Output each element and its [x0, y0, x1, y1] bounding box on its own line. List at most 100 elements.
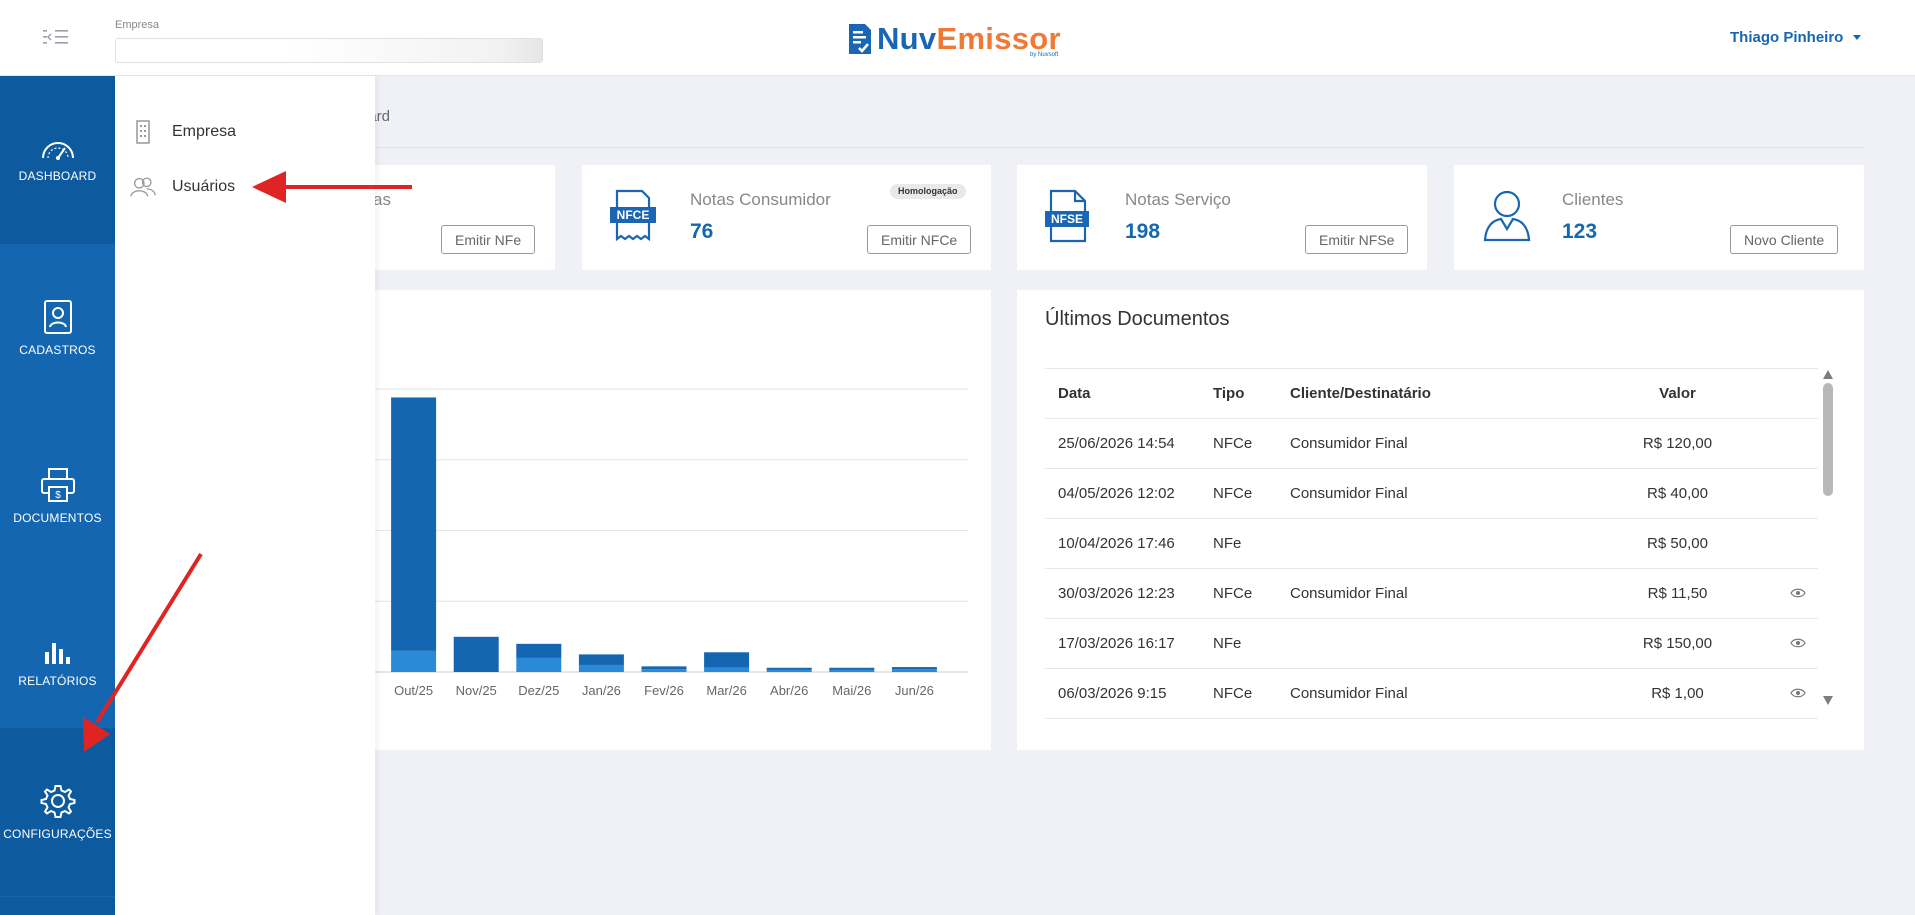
company-label: Empresa: [115, 19, 160, 31]
table-row[interactable]: 30/03/2026 12:23 NFCe Consumidor Final R$ 1…: [1045, 568, 1818, 619]
view-eye-icon[interactable]: [1790, 685, 1806, 702]
card-title: Notas Consumidor: [690, 190, 831, 209]
view-eye-icon[interactable]: [1790, 585, 1806, 602]
sidebar-item-cadastros[interactable]: CADASTROS: [0, 244, 115, 412]
sidebar-item-documentos[interactable]: $ DOCUMENTOS: [0, 412, 115, 580]
x-tick-label: Abr/26: [770, 683, 808, 698]
table-row[interactable]: 06/03/2026 9:15 NFCe Consumidor Final R$ 1,…: [1045, 668, 1818, 719]
col-header-cliente[interactable]: Cliente/Destinatário: [1277, 368, 1577, 419]
app-logo[interactable]: NuvEmissor by Nuvsoft: [847, 21, 1061, 58]
logo-byline: by Nuvsoft: [1030, 52, 1059, 58]
gear-icon: [40, 785, 75, 818]
top-bar: Empresa NuvEmissor by Nuvsoft Thiago Pin…: [0, 0, 1915, 76]
card-title: Clientes: [1562, 190, 1624, 209]
submenu-item-empresa[interactable]: Empresa: [129, 112, 236, 152]
sidebar-item-dashboard[interactable]: DASHBOARD: [0, 76, 115, 244]
table-row[interactable]: 04/05/2026 12:02 NFCe Consumidor Final R$ 4…: [1045, 468, 1818, 519]
scroll-thumb[interactable]: [1823, 383, 1833, 496]
chart-bar-Jan-26-s1[interactable]: [578, 654, 624, 665]
chart-bar-Nov-25-s1[interactable]: [453, 636, 499, 672]
table-row[interactable]: 25/06/2026 14:54 NFCe Consumidor Final R$ 1…: [1045, 418, 1818, 469]
chart-bar-Fev-26-s1[interactable]: [641, 666, 687, 670]
cell-tipo: NFCe: [1200, 668, 1277, 719]
x-tick-label: Dez/25: [518, 683, 559, 698]
cell-actions: [1778, 618, 1818, 669]
cell-data: 10/04/2026 17:46: [1045, 518, 1200, 569]
cell-tipo: NFCe: [1200, 568, 1277, 619]
col-header-data[interactable]: Data: [1045, 368, 1200, 419]
chart-bar-Abr-26-s1[interactable]: [766, 667, 812, 670]
cell-valor: R$ 120,00: [1577, 418, 1778, 469]
card-clientes: Clientes 123 Novo Cliente: [1454, 165, 1864, 270]
cell-tipo: NFCe: [1200, 418, 1277, 469]
cell-tipo: NFCe: [1200, 468, 1277, 519]
submenu-item-usuarios[interactable]: Usuários: [129, 167, 235, 207]
chart-bar-Dez-25-s1[interactable]: [516, 643, 562, 658]
card-title: as: [373, 190, 391, 209]
cell-tipo: NFe: [1200, 618, 1277, 669]
table-scrollbar[interactable]: [1820, 370, 1834, 708]
chart-bar-Out-25-s0[interactable]: [391, 650, 437, 672]
contact-card-icon: [43, 300, 72, 334]
panel-title: Últimos Documentos: [1045, 308, 1230, 330]
chart-bar-Dez-25-s0[interactable]: [516, 657, 562, 672]
documents-table: Data Tipo Cliente/Destinatário Valor 25/…: [1045, 368, 1818, 719]
novo-cliente-button[interactable]: Novo Cliente: [1730, 225, 1839, 254]
user-menu[interactable]: Thiago Pinheiro: [1730, 29, 1862, 46]
speedometer-icon: [41, 142, 74, 160]
chart-bar-Mar-26-s0[interactable]: [704, 667, 750, 672]
x-tick-label: Jan/26: [582, 683, 621, 698]
chart-panel: /25Out/25Nov/25Dez/25Jan/26Fev/26Mar/26A…: [328, 290, 991, 750]
cell-cliente: [1277, 518, 1577, 569]
chart-bar-Abr-26-s0[interactable]: [766, 669, 812, 672]
card-count: 198: [1125, 220, 1161, 243]
company-select[interactable]: [115, 38, 543, 63]
cell-valor: R$ 150,00: [1577, 618, 1778, 669]
sidebar-label-configuracoes: CONFIGURAÇÕES: [3, 827, 112, 841]
logo-document-icon: [849, 24, 871, 54]
card-count: 76: [690, 220, 714, 243]
scroll-up-icon[interactable]: [1823, 370, 1833, 379]
nfce-icon-text: NFCE: [617, 208, 650, 222]
chart-bar-Jun-26-s0[interactable]: [891, 669, 937, 672]
emitir-nfce-button[interactable]: Emitir NFCe: [867, 225, 972, 254]
card-count: 123: [1562, 220, 1598, 243]
cell-valor: R$ 11,50: [1577, 568, 1778, 619]
card-notas-servico: NFSE Notas Serviço 198 Emitir NFSe: [1017, 165, 1427, 270]
chart-bar-Mar-26-s1[interactable]: [704, 652, 750, 668]
chart-bar-Fev-26-s0[interactable]: [641, 669, 687, 672]
user-name: Thiago Pinheiro: [1730, 29, 1844, 46]
chart-bar-Out-25-s1[interactable]: [391, 397, 437, 651]
view-eye-icon[interactable]: [1790, 635, 1806, 652]
scroll-down-icon[interactable]: [1823, 696, 1833, 705]
col-header-valor[interactable]: Valor: [1577, 368, 1778, 419]
sidebar-item-relatorios[interactable]: RELATÓRIOS: [0, 580, 115, 748]
svg-text:$: $: [55, 490, 61, 501]
x-tick-label: Jun/26: [895, 683, 934, 698]
menu-toggle-icon[interactable]: [40, 26, 72, 48]
sidebar: DASHBOARD CADASTROS $ DOCUMENTOS RELATÓR…: [0, 76, 115, 915]
last-documents-panel: Últimos Documentos Data Tipo Cliente/Des…: [1017, 290, 1864, 750]
sidebar-footer: [0, 897, 115, 915]
cell-actions: [1778, 668, 1818, 719]
sidebar-label-cadastros: CADASTROS: [19, 343, 96, 357]
emitir-nfe-button[interactable]: Emitir NFe: [441, 225, 536, 254]
sidebar-item-configuracoes[interactable]: CONFIGURAÇÕES: [0, 728, 115, 896]
cell-data: 25/06/2026 14:54: [1045, 418, 1200, 469]
table-row[interactable]: 10/04/2026 17:46 NFe R$ 50,00: [1045, 518, 1818, 569]
nfse-document-icon: NFSE: [1045, 189, 1089, 243]
chart-bar-Mai-26-s1[interactable]: [829, 667, 875, 670]
logo-text-nuv: Nuv: [877, 21, 937, 56]
card-notas-consumidor: NFCE Notas Consumidor Homologação 76 Emi…: [582, 165, 991, 270]
sidebar-label-dashboard: DASHBOARD: [18, 169, 97, 183]
col-header-actions: [1778, 368, 1818, 419]
chart-bar-Jun-26-s1[interactable]: [891, 667, 937, 670]
cell-cliente: Consumidor Final: [1277, 468, 1577, 519]
table-row[interactable]: 17/03/2026 16:17 NFe R$ 150,00: [1045, 618, 1818, 669]
caret-down-icon: [1853, 35, 1862, 40]
logo-text-emissor: Emissor: [936, 21, 1061, 56]
chart-bar-Jan-26-s0[interactable]: [578, 664, 624, 672]
emitir-nfse-button[interactable]: Emitir NFSe: [1305, 225, 1409, 254]
col-header-tipo[interactable]: Tipo: [1200, 368, 1277, 419]
chart-bar-Mai-26-s0[interactable]: [829, 669, 875, 672]
